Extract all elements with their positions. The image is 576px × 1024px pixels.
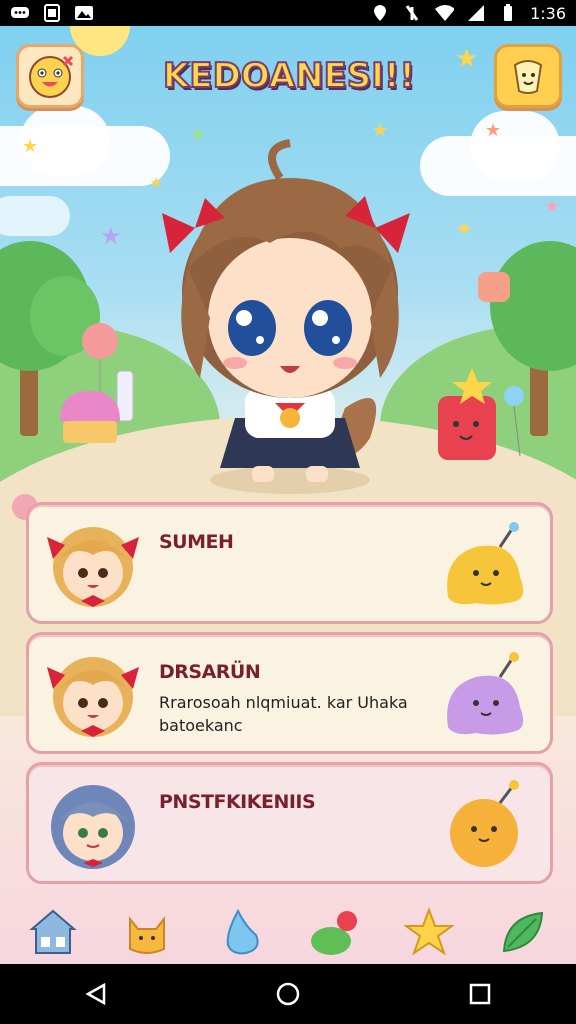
nav-star-button[interactable] bbox=[399, 902, 459, 962]
chat-icon bbox=[10, 4, 30, 22]
red-slime-prop bbox=[438, 368, 524, 460]
star-icon bbox=[404, 907, 454, 956]
nav-water-button[interactable] bbox=[211, 902, 271, 962]
recents-icon bbox=[469, 983, 491, 1005]
blue-hair-avatar bbox=[51, 785, 135, 869]
alarm-icon bbox=[402, 4, 422, 22]
blonde-girl-avatar bbox=[47, 657, 139, 737]
image-icon bbox=[42, 4, 62, 22]
star-icon: ★ bbox=[100, 222, 122, 250]
clock-time: 1:36 bbox=[530, 3, 566, 23]
character-card-1[interactable]: SUMEH bbox=[26, 502, 553, 624]
character-name: SUMEH bbox=[159, 531, 234, 553]
nav-food-button[interactable] bbox=[305, 902, 365, 962]
signal-icon bbox=[466, 4, 486, 22]
cloud bbox=[0, 196, 70, 236]
face-icon bbox=[29, 55, 74, 98]
nav-pets-button[interactable] bbox=[117, 902, 177, 962]
yellow-slime-pet bbox=[447, 522, 524, 605]
character-description: Rrarosoah nlqmiuat. kar Uhaka batoekanc bbox=[159, 693, 408, 735]
bottom-nav bbox=[0, 898, 576, 964]
recents-button[interactable] bbox=[456, 970, 504, 1018]
home-icon bbox=[276, 982, 300, 1006]
berry-icon bbox=[311, 911, 357, 955]
cupcake-prop bbox=[60, 323, 134, 443]
house-icon bbox=[29, 909, 77, 954]
back-button[interactable] bbox=[72, 970, 120, 1018]
character-card-icon bbox=[513, 60, 543, 94]
system-nav-bar bbox=[0, 964, 576, 1024]
location-icon bbox=[370, 4, 390, 22]
top-right-character-button[interactable] bbox=[494, 44, 562, 108]
back-icon bbox=[85, 982, 106, 1006]
game-scene: ★ ★ ★ ★ ★ ★ ★ ★ ★ ★ ★ bbox=[0, 26, 576, 964]
status-bar: 1:36 bbox=[0, 0, 576, 26]
blonde-girl-avatar bbox=[47, 527, 139, 607]
character-card-2[interactable]: DRSARÜN Rrarosoah nlqmiuat. kar Uhaka ba… bbox=[26, 632, 553, 754]
game-title: KEDOANESI!! bbox=[162, 55, 416, 97]
cloud bbox=[470, 111, 560, 181]
star-icon: ★ bbox=[22, 136, 39, 157]
top-left-face-button[interactable] bbox=[16, 44, 84, 108]
star-icon: ★ bbox=[544, 196, 561, 217]
gallery-icon bbox=[74, 4, 94, 22]
nav-leaf-button[interactable] bbox=[493, 902, 553, 962]
cat-icon bbox=[129, 916, 165, 954]
purple-slime-pet bbox=[447, 652, 524, 735]
leaf-icon bbox=[502, 911, 544, 953]
nav-home-button[interactable] bbox=[23, 902, 83, 962]
star-icon: ★ bbox=[456, 218, 473, 239]
orange-slime-pet bbox=[450, 780, 519, 867]
character-name: PNSTFKIKENIIS bbox=[159, 791, 316, 813]
character-name: DRSARÜN bbox=[159, 661, 261, 683]
home-button[interactable] bbox=[264, 970, 312, 1018]
main-character[interactable] bbox=[140, 118, 440, 498]
water-drop-icon bbox=[226, 908, 259, 955]
status-bar-left bbox=[10, 4, 94, 22]
gift-prop bbox=[478, 272, 510, 302]
wifi-icon bbox=[434, 4, 455, 22]
star-icon: ★ bbox=[455, 44, 479, 74]
character-card-3[interactable]: PNSTFKIKENIIS bbox=[26, 762, 553, 884]
status-bar-right: 1:36 bbox=[370, 4, 566, 23]
battery-icon bbox=[498, 4, 518, 22]
star-icon: ★ bbox=[485, 120, 502, 141]
